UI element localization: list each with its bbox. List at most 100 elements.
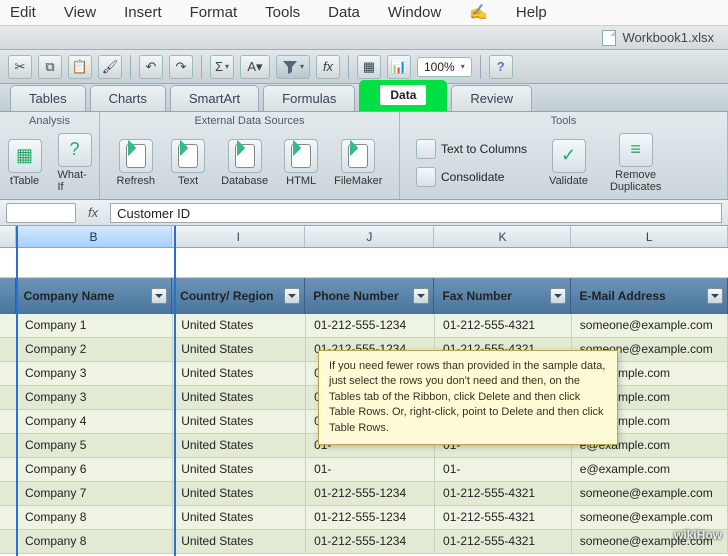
database-button[interactable]: Database — [217, 137, 272, 189]
format-painter-button[interactable]: 🖌 — [98, 55, 122, 79]
table-row[interactable]: Company 6United States01-01-e@example.co… — [0, 458, 728, 482]
menu-format[interactable]: Format — [190, 4, 238, 21]
cell-company[interactable]: Company 5 — [17, 434, 173, 457]
ribbon-group-tools: Tools Text to Columns Consolidate ✓Valid… — [400, 112, 728, 199]
cell-fax[interactable]: 01-212-555-4321 — [435, 482, 572, 505]
menu-insert[interactable]: Insert — [124, 4, 162, 21]
filter-button[interactable]: ▾ — [276, 55, 310, 79]
cell-country[interactable]: United States — [173, 410, 306, 433]
cell-fax[interactable]: 01-212-555-4321 — [435, 314, 572, 337]
cell-email[interactable]: someone@example.com — [572, 314, 728, 337]
tab-review[interactable]: Review — [451, 85, 532, 111]
what-if-button[interactable]: ?What-If — [54, 131, 96, 195]
consolidate-button[interactable]: Consolidate — [412, 165, 531, 189]
cell-phone[interactable]: 01-212-555-1234 — [306, 506, 435, 529]
cell-phone[interactable]: 01-212-555-1234 — [306, 482, 435, 505]
cell-country[interactable]: United States — [173, 362, 306, 385]
tab-formulas[interactable]: Formulas — [263, 85, 355, 111]
refresh-button[interactable]: Refresh — [113, 137, 160, 189]
filter-dropdown-icon[interactable] — [550, 288, 566, 304]
autosum-button[interactable]: Σ▾ — [210, 55, 234, 79]
menu-window[interactable]: Window — [388, 4, 441, 21]
column-header-i[interactable]: I — [172, 226, 305, 247]
cell-company[interactable]: Company 1 — [17, 314, 173, 337]
show-hide-button[interactable]: ▦ — [357, 55, 381, 79]
table-row[interactable]: Company 8United States01-212-555-123401-… — [0, 506, 728, 530]
column-header-j[interactable]: J — [305, 226, 434, 247]
filter-dropdown-icon[interactable] — [284, 288, 300, 304]
cell-company[interactable]: Company 3 — [17, 386, 173, 409]
filemaker-button[interactable]: FileMaker — [330, 137, 386, 189]
header-email[interactable]: E-Mail Address — [571, 278, 728, 314]
cell-country[interactable]: United States — [173, 314, 306, 337]
menu-data[interactable]: Data — [328, 4, 360, 21]
cell-company[interactable]: Company 6 — [17, 458, 173, 481]
cell-email[interactable]: someone@example.com — [572, 482, 728, 505]
redo-button[interactable]: ↷ — [169, 55, 193, 79]
table-row[interactable]: Company 1United States01-212-555-123401-… — [0, 314, 728, 338]
script-menu-icon[interactable]: ✍ — [469, 3, 488, 22]
cell-country[interactable]: United States — [173, 482, 306, 505]
zoom-select[interactable]: 100%▾ — [417, 57, 472, 77]
menu-edit[interactable]: Edit — [10, 4, 36, 21]
table-row[interactable]: Company 7United States01-212-555-123401-… — [0, 482, 728, 506]
menu-view[interactable]: View — [64, 4, 96, 21]
cut-button[interactable]: ✂ — [8, 55, 32, 79]
header-company[interactable]: Company Name — [16, 278, 173, 314]
filter-dropdown-icon[interactable] — [707, 288, 723, 304]
cell-company[interactable]: Company 7 — [17, 482, 173, 505]
cell-country[interactable]: United States — [173, 530, 306, 553]
column-header-k[interactable]: K — [434, 226, 571, 247]
text-import-button[interactable]: Text — [167, 137, 209, 189]
header-phone[interactable]: Phone Number — [305, 278, 434, 314]
menu-help[interactable]: Help — [516, 4, 547, 21]
tab-tables[interactable]: Tables — [10, 85, 86, 111]
cell-fax[interactable]: 01-212-555-4321 — [435, 530, 572, 553]
cell-phone[interactable]: 01-212-555-1234 — [306, 314, 435, 337]
cell-country[interactable]: United States — [173, 386, 306, 409]
toolbar: ✂ ⧉ 📋 🖌 ↶ ↷ Σ▾ A▾ ▾ fx ▦ 📊 100%▾ ? — [0, 50, 728, 84]
filter-dropdown-icon[interactable] — [151, 288, 167, 304]
cell-fax[interactable]: 01- — [435, 458, 572, 481]
cell-company[interactable]: Company 3 — [17, 362, 173, 385]
cell-company[interactable]: Company 2 — [17, 338, 173, 361]
cell-email[interactable]: someone@example.com — [572, 506, 728, 529]
cell-country[interactable]: United States — [173, 458, 306, 481]
copy-button[interactable]: ⧉ — [38, 55, 62, 79]
cell-company[interactable]: Company 8 — [17, 506, 173, 529]
text-to-columns-button[interactable]: Text to Columns — [412, 137, 531, 161]
tab-data[interactable]: Data — [359, 80, 447, 111]
menu-tools[interactable]: Tools — [265, 4, 300, 21]
sort-button[interactable]: A▾ — [240, 55, 270, 79]
cell-company[interactable]: Company 8 — [17, 530, 173, 553]
paste-button[interactable]: 📋 — [68, 55, 92, 79]
table-row[interactable]: Company 8United States01-212-555-123401-… — [0, 530, 728, 554]
help-button[interactable]: ? — [489, 55, 513, 79]
cell-country[interactable]: United States — [173, 506, 306, 529]
chart-button[interactable]: 📊 — [387, 55, 411, 79]
select-all-corner[interactable] — [0, 226, 16, 247]
name-box[interactable] — [6, 203, 76, 223]
fx-button[interactable]: fx — [316, 55, 340, 79]
cell-email[interactable]: e@example.com — [572, 458, 728, 481]
remove-duplicates-button[interactable]: ≡Remove Duplicates — [606, 131, 665, 195]
pivot-table-button[interactable]: ▦tTable — [4, 137, 46, 189]
cell-fax[interactable]: 01-212-555-4321 — [435, 506, 572, 529]
undo-button[interactable]: ↶ — [139, 55, 163, 79]
worksheet[interactable]: B I J K L Company Name Country/ Region P… — [0, 226, 728, 556]
html-import-button[interactable]: HTML — [280, 137, 322, 189]
tab-smartart[interactable]: SmartArt — [170, 85, 259, 111]
tab-charts[interactable]: Charts — [90, 85, 166, 111]
cell-company[interactable]: Company 4 — [17, 410, 173, 433]
column-header-b[interactable]: B — [16, 226, 173, 247]
formula-input[interactable]: Customer ID — [110, 203, 722, 223]
cell-phone[interactable]: 01- — [306, 458, 435, 481]
cell-country[interactable]: United States — [173, 434, 306, 457]
column-header-l[interactable]: L — [571, 226, 728, 247]
header-fax[interactable]: Fax Number — [434, 278, 571, 314]
header-country[interactable]: Country/ Region — [172, 278, 305, 314]
validate-button[interactable]: ✓Validate — [545, 137, 592, 189]
cell-country[interactable]: United States — [173, 338, 306, 361]
filter-dropdown-icon[interactable] — [413, 288, 429, 304]
cell-phone[interactable]: 01-212-555-1234 — [306, 530, 435, 553]
